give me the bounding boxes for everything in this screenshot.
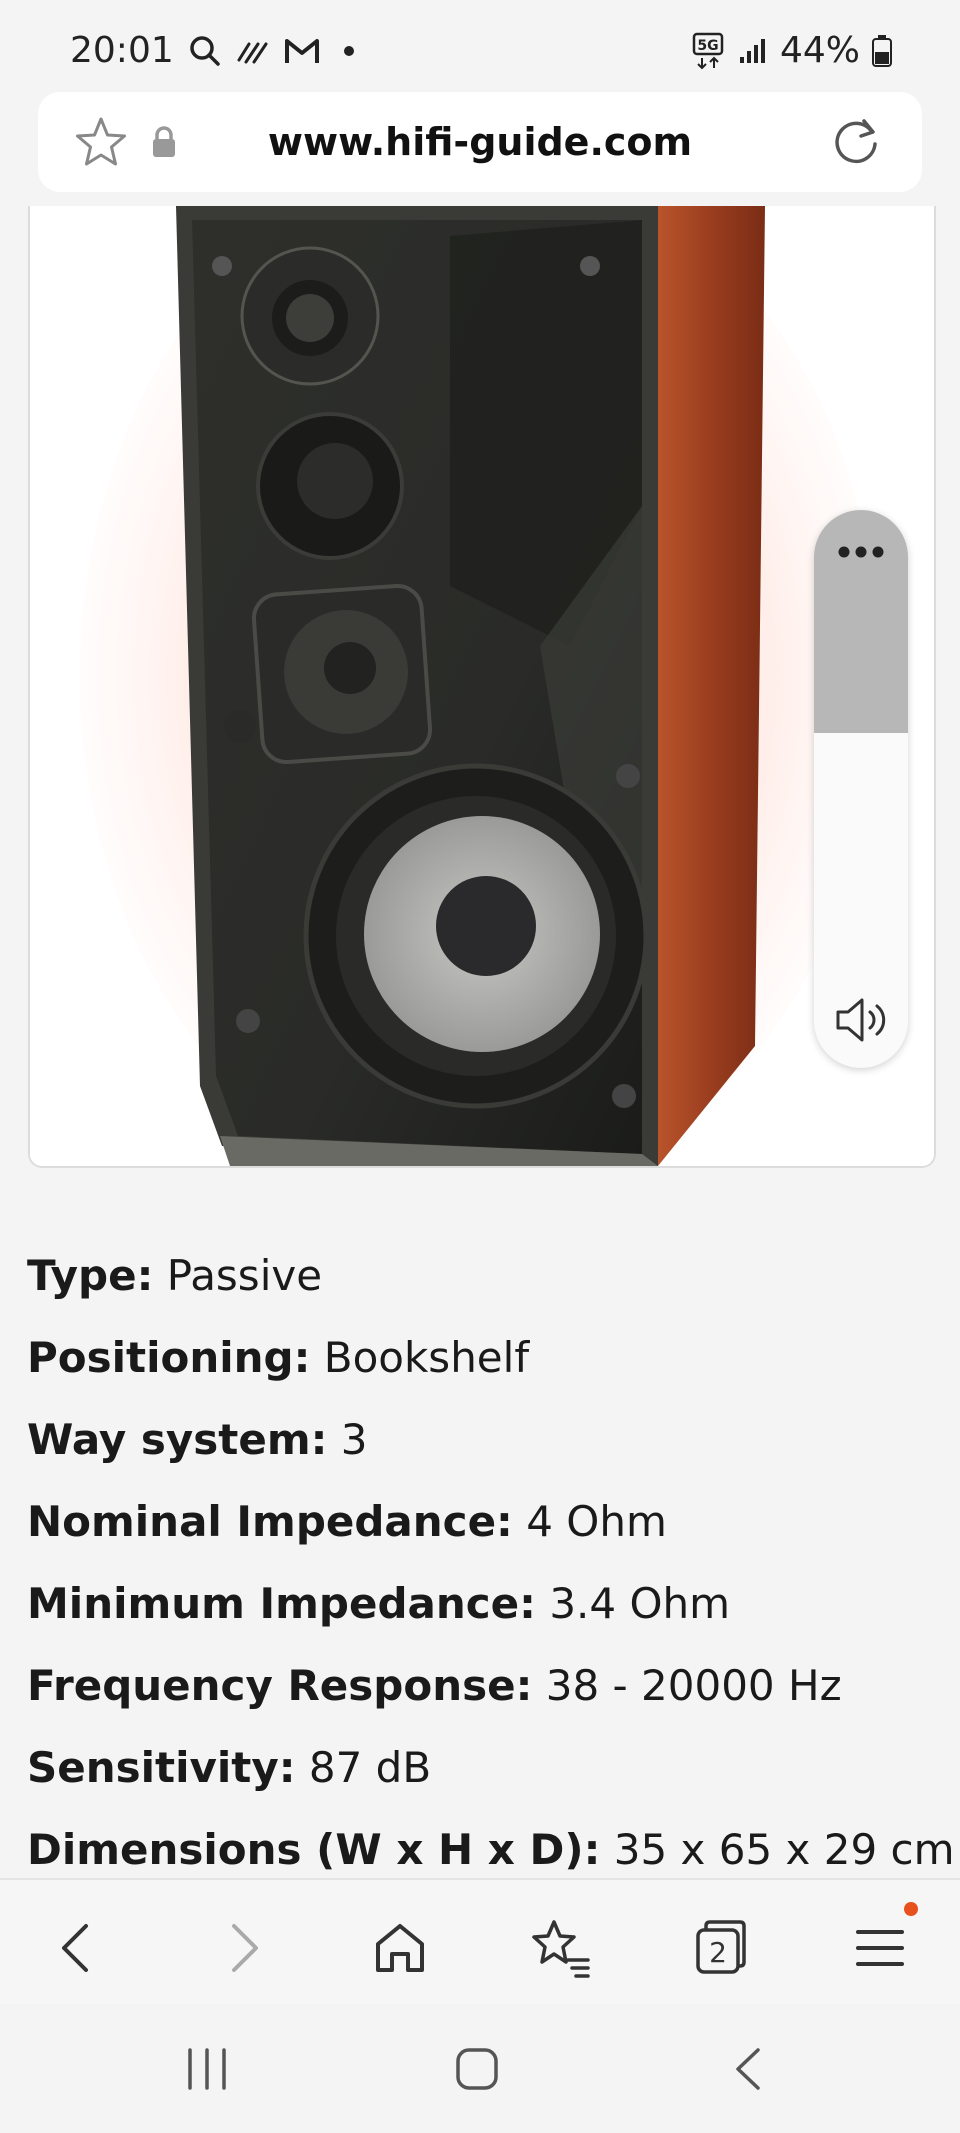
speaker-illustration xyxy=(30,206,934,1166)
spec-value: Bookshelf xyxy=(323,1333,530,1382)
spec-value: 3 xyxy=(340,1415,368,1464)
system-navigation-bar xyxy=(0,2004,960,2133)
spec-label: Positioning: xyxy=(27,1333,311,1382)
battery-percent: 44% xyxy=(779,30,860,71)
spec-frequency-response: Frequency Response: 38 - 20000 Hz xyxy=(27,1658,927,1740)
more-notifications-dot xyxy=(343,45,354,56)
spec-list: Type: Passive Positioning: Bookshelf Way… xyxy=(27,1248,955,1904)
status-left: 20:01 xyxy=(70,30,354,71)
forward-icon[interactable] xyxy=(210,1916,274,1980)
spec-value: Passive xyxy=(166,1251,323,1300)
network-5g-text: 5G xyxy=(697,38,718,54)
battery-icon xyxy=(872,34,892,67)
back-icon[interactable] xyxy=(46,1916,110,1980)
address-bar[interactable]: www.hifi-guide.com xyxy=(38,92,922,192)
spec-value: 87 dB xyxy=(308,1743,432,1792)
gmail-notification-icon xyxy=(284,38,319,63)
menu-icon[interactable] xyxy=(848,1916,912,1980)
spec-label: Minimum Impedance: xyxy=(27,1579,536,1628)
bookmarks-icon[interactable] xyxy=(528,1916,592,1980)
speaker-volume-icon[interactable] xyxy=(834,996,890,1044)
spec-label: Sensitivity: xyxy=(27,1743,296,1792)
back-button-icon[interactable] xyxy=(728,2046,768,2092)
status-bar: 20:01 5G 44% xyxy=(0,0,960,92)
spec-label: Frequency Response: xyxy=(27,1661,533,1710)
spec-positioning: Positioning: Bookshelf xyxy=(27,1330,927,1412)
more-options-button[interactable] xyxy=(814,544,908,563)
home-button-icon[interactable] xyxy=(454,2046,500,2092)
spec-value: 3.4 Ohm xyxy=(549,1579,731,1628)
spec-value: 4 Ohm xyxy=(526,1497,667,1546)
home-icon[interactable] xyxy=(368,1916,432,1980)
search-notification-icon xyxy=(190,35,220,66)
url-text[interactable]: www.hifi-guide.com xyxy=(38,92,922,192)
volume-slider[interactable] xyxy=(814,510,908,1068)
menu-notification-dot xyxy=(904,1902,918,1916)
spec-value: 38 - 20000 Hz xyxy=(545,1661,842,1710)
spec-label: Type: xyxy=(27,1251,154,1300)
product-image xyxy=(28,206,936,1168)
spec-type: Type: Passive xyxy=(27,1248,927,1330)
spec-value: 35 x 65 x 29 cm xyxy=(613,1825,955,1874)
reload-icon[interactable] xyxy=(828,114,884,170)
status-right: 5G 44% xyxy=(692,30,892,71)
spec-sensitivity: Sensitivity: 87 dB xyxy=(27,1740,927,1822)
spec-nominal-impedance: Nominal Impedance: 4 Ohm xyxy=(27,1494,927,1576)
spec-label: Nominal Impedance: xyxy=(27,1497,513,1546)
activity-notification-icon xyxy=(237,42,268,63)
recent-apps-icon[interactable] xyxy=(182,2046,232,2092)
signal-icon xyxy=(739,38,765,63)
more-dots-icon[interactable] xyxy=(836,545,886,559)
spec-minimum-impedance: Minimum Impedance: 3.4 Ohm xyxy=(27,1576,927,1658)
spec-label: Dimensions (W x H x D): xyxy=(27,1825,601,1874)
tab-count: 2 xyxy=(709,1936,727,1969)
status-time: 20:01 xyxy=(70,30,174,71)
spec-way-system: Way system: 3 xyxy=(27,1412,927,1494)
spec-label: Way system: xyxy=(27,1415,328,1464)
tabs-button[interactable]: 2 xyxy=(688,1916,752,1980)
network-5g-icon: 5G xyxy=(692,32,724,69)
browser-toolbar: 2 xyxy=(0,1878,960,2006)
